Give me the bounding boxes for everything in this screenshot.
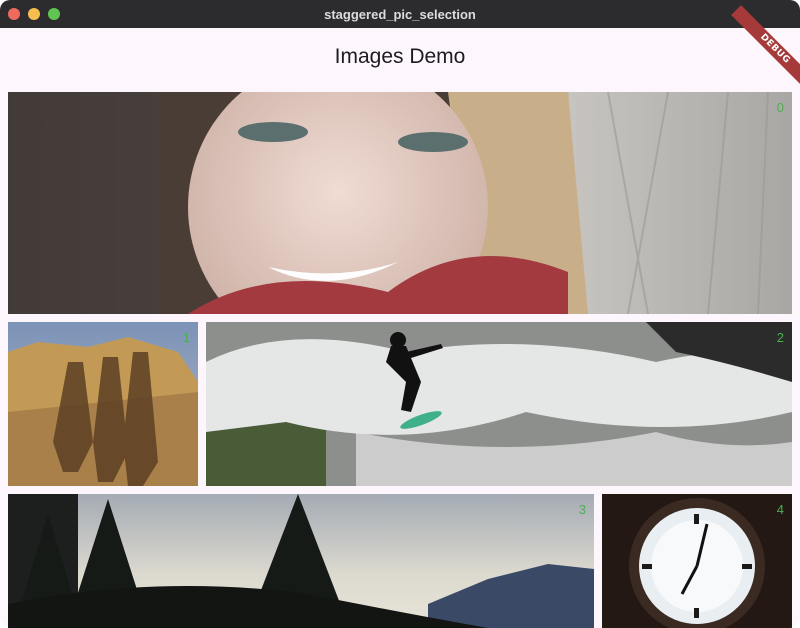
tile-index-label: 1 (182, 330, 190, 345)
forest-silhouette-image (8, 494, 594, 628)
image-tile[interactable]: 0 (8, 92, 792, 314)
app-window: staggered_pic_selection Images Demo DEBU… (0, 0, 800, 628)
image-tile[interactable]: 4 (602, 494, 792, 628)
tile-index-label: 0 (776, 100, 784, 115)
image-tile[interactable]: 2 (206, 322, 792, 486)
river-surfer-image (206, 322, 792, 486)
tile-index-label: 4 (776, 502, 784, 517)
rock-shadows-image (8, 322, 198, 486)
woman-portrait-image (8, 92, 792, 314)
image-tile[interactable]: 1 (8, 322, 198, 486)
clock-image (602, 494, 792, 628)
image-grid: 0 1 2 3 4 (0, 0, 800, 628)
image-tile[interactable]: 3 (8, 494, 594, 628)
tile-index-label: 2 (776, 330, 784, 345)
tile-index-label: 3 (578, 502, 586, 517)
